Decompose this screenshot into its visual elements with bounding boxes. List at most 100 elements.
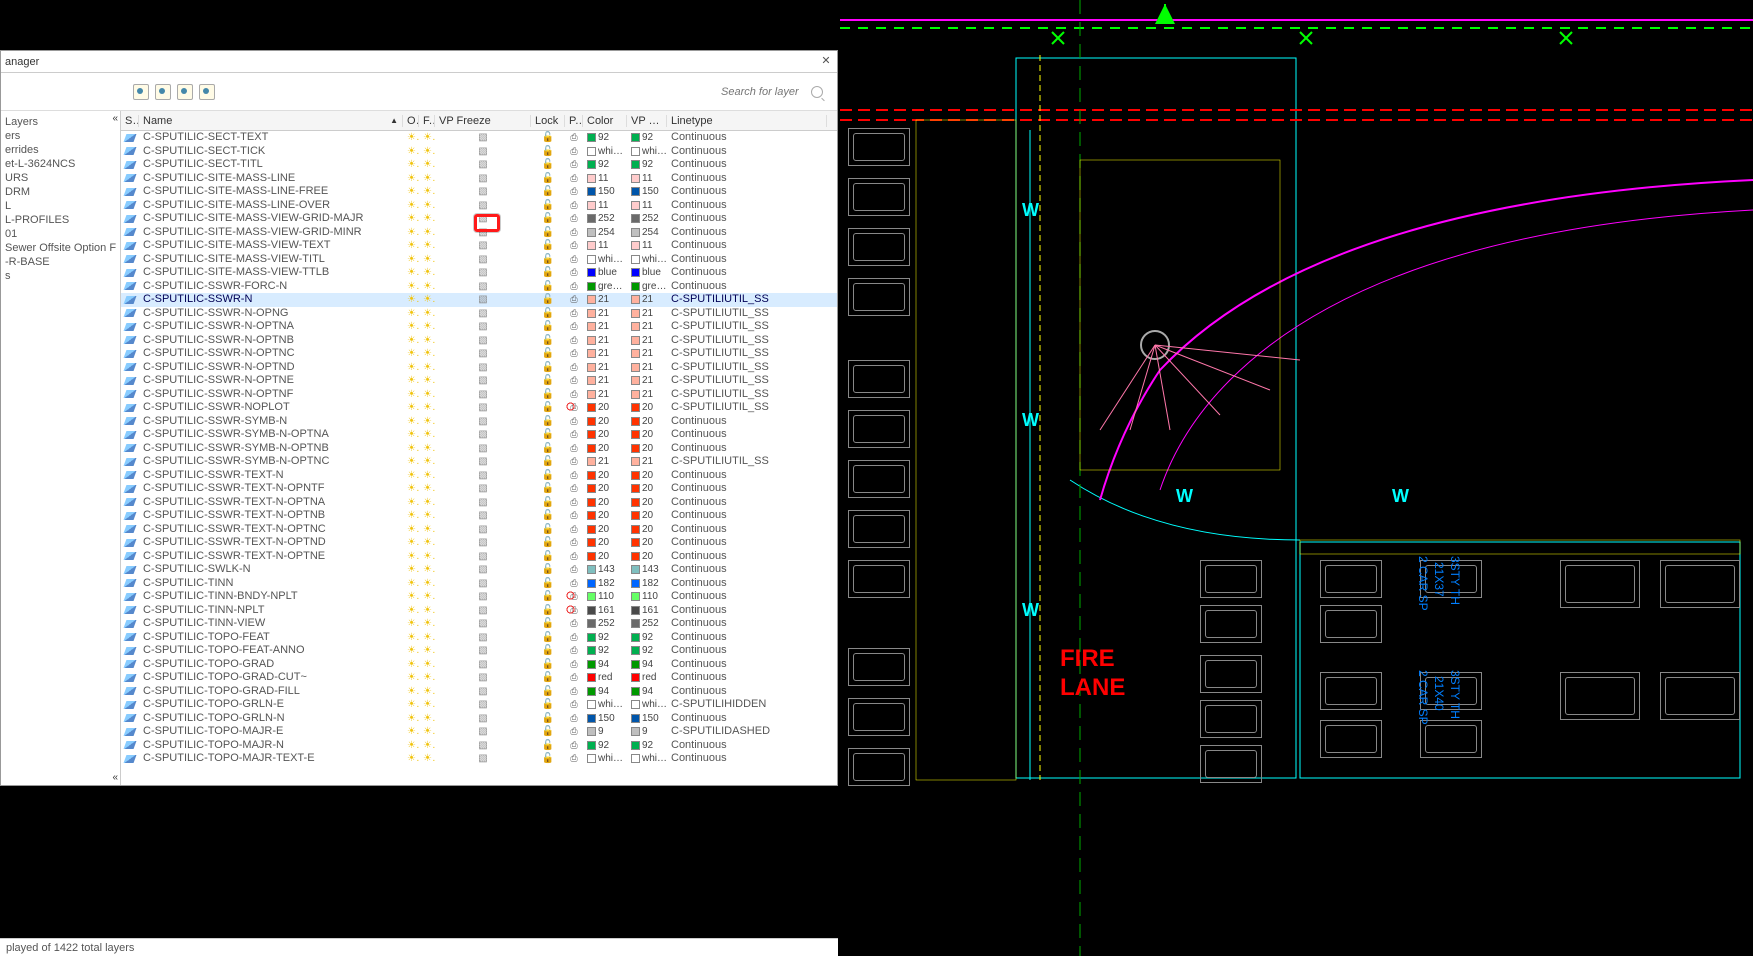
plot-toggle[interactable]: ⎙ <box>565 320 583 334</box>
color-cell[interactable]: whi… <box>583 698 627 712</box>
freeze-toggle[interactable]: ☀ <box>419 523 435 537</box>
layer-row[interactable]: C-SPUTILIC-SSWR-TEXT-N-OPTNC☀☀▧🔓⎙2020Con… <box>121 523 837 537</box>
vpcolor-cell[interactable]: red <box>627 671 667 685</box>
on-toggle[interactable]: ☀ <box>403 644 419 658</box>
vp-freeze-toggle[interactable]: ▧ <box>435 428 531 442</box>
layer-row[interactable]: C-SPUTILIC-SSWR-FORC-N☀☀▧🔓⎙gre…gre…Conti… <box>121 280 837 294</box>
plot-toggle[interactable]: ⎙ <box>565 685 583 699</box>
layer-row[interactable]: C-SPUTILIC-SSWR-N-OPTNC☀☀▧🔓⎙2121C-SPUTIL… <box>121 347 837 361</box>
freeze-toggle[interactable]: ☀ <box>419 428 435 442</box>
vpcolor-cell[interactable]: blue <box>627 266 667 280</box>
vpcolor-cell[interactable]: 20 <box>627 536 667 550</box>
plot-toggle[interactable]: ⎙ <box>565 185 583 199</box>
freeze-toggle[interactable]: ☀ <box>419 401 435 415</box>
color-cell[interactable]: 21 <box>583 320 627 334</box>
plot-toggle[interactable]: ⎙ <box>565 199 583 213</box>
color-cell[interactable]: 92 <box>583 158 627 172</box>
freeze-toggle[interactable]: ☀ <box>419 482 435 496</box>
layer-name[interactable]: C-SPUTILIC-TOPO-FEAT <box>139 631 403 645</box>
vpcolor-cell[interactable]: 254 <box>627 226 667 240</box>
lock-toggle[interactable]: 🔓 <box>531 644 565 658</box>
vp-freeze-toggle[interactable]: ▧ <box>435 280 531 294</box>
layer-name[interactable]: C-SPUTILIC-SECT-TITL <box>139 158 403 172</box>
lock-toggle[interactable]: 🔓 <box>531 496 565 510</box>
layer-row[interactable]: C-SPUTILIC-SSWR-TEXT-N-OPTNA☀☀▧🔓⎙2020Con… <box>121 496 837 510</box>
linetype-cell[interactable]: Continuous <box>667 172 827 186</box>
on-toggle[interactable]: ☀ <box>403 523 419 537</box>
vpcolor-cell[interactable]: whi… <box>627 145 667 159</box>
on-toggle[interactable]: ☀ <box>403 401 419 415</box>
on-toggle[interactable]: ☀ <box>403 725 419 739</box>
freeze-toggle[interactable]: ☀ <box>419 536 435 550</box>
vp-freeze-toggle[interactable]: ▧ <box>435 361 531 375</box>
on-toggle[interactable]: ☀ <box>403 374 419 388</box>
freeze-toggle[interactable]: ☀ <box>419 658 435 672</box>
color-cell[interactable]: 92 <box>583 131 627 145</box>
plot-toggle[interactable]: ⎙ <box>565 617 583 631</box>
linetype-cell[interactable]: Continuous <box>667 617 827 631</box>
plot-toggle[interactable]: ⎙ <box>565 428 583 442</box>
layer-name[interactable]: C-SPUTILIC-SITE-MASS-LINE <box>139 172 403 186</box>
plot-toggle[interactable]: ⎙ <box>565 698 583 712</box>
on-toggle[interactable]: ☀ <box>403 671 419 685</box>
freeze-toggle[interactable]: ☀ <box>419 266 435 280</box>
plot-toggle[interactable]: ⎙ <box>565 550 583 564</box>
linetype-cell[interactable]: C-SPUTILIUTIL_SS <box>667 388 827 402</box>
filter-tree-item[interactable]: -R-BASE <box>5 255 118 269</box>
linetype-cell[interactable]: Continuous <box>667 212 827 226</box>
freeze-toggle[interactable]: ☀ <box>419 388 435 402</box>
layer-name[interactable]: C-SPUTILIC-SSWR-N-OPTNA <box>139 320 403 334</box>
color-cell[interactable]: 143 <box>583 563 627 577</box>
vpcolor-cell[interactable]: 9 <box>627 725 667 739</box>
linetype-cell[interactable]: Continuous <box>667 523 827 537</box>
vpcolor-cell[interactable]: 21 <box>627 320 667 334</box>
layer-row[interactable]: C-SPUTILIC-SSWR-TEXT-N☀☀▧🔓⎙2020Continuou… <box>121 469 837 483</box>
linetype-cell[interactable]: Continuous <box>667 482 827 496</box>
freeze-toggle[interactable]: ☀ <box>419 442 435 456</box>
layer-name[interactable]: C-SPUTILIC-TOPO-MAJR-E <box>139 725 403 739</box>
layer-name[interactable]: C-SPUTILIC-TOPO-MAJR-N <box>139 739 403 753</box>
lock-toggle[interactable]: 🔓 <box>531 631 565 645</box>
vpcolor-cell[interactable]: whi… <box>627 698 667 712</box>
vpcolor-cell[interactable]: 20 <box>627 496 667 510</box>
plot-toggle[interactable]: ⎙ <box>565 401 583 415</box>
vpcolor-cell[interactable]: 11 <box>627 199 667 213</box>
plot-toggle[interactable]: ⎙ <box>565 644 583 658</box>
vpcolor-cell[interactable]: 20 <box>627 482 667 496</box>
layer-name[interactable]: C-SPUTILIC-SECT-TICK <box>139 145 403 159</box>
color-cell[interactable]: 150 <box>583 712 627 726</box>
plot-toggle[interactable]: ⎙ <box>565 280 583 294</box>
on-toggle[interactable]: ☀ <box>403 482 419 496</box>
plot-toggle[interactable]: ⎙ <box>565 536 583 550</box>
vp-freeze-toggle[interactable]: ▧ <box>435 563 531 577</box>
layer-name[interactable]: C-SPUTILIC-TOPO-MAJR-TEXT-E <box>139 752 403 766</box>
lock-toggle[interactable]: 🔓 <box>531 253 565 267</box>
layer-row[interactable]: C-SPUTILIC-SSWR-SYMB-N-OPTNB☀☀▧🔓⎙2020Con… <box>121 442 837 456</box>
vpcolor-cell[interactable]: 21 <box>627 334 667 348</box>
vpcolor-cell[interactable]: 21 <box>627 293 667 307</box>
panel-titlebar[interactable]: anager ✕ <box>1 51 837 73</box>
freeze-toggle[interactable]: ☀ <box>419 644 435 658</box>
linetype-cell[interactable]: Continuous <box>667 644 827 658</box>
color-cell[interactable]: 11 <box>583 172 627 186</box>
color-cell[interactable]: blue <box>583 266 627 280</box>
on-toggle[interactable]: ☀ <box>403 550 419 564</box>
lock-toggle[interactable]: 🔓 <box>531 131 565 145</box>
plot-toggle[interactable]: ⎙ <box>565 361 583 375</box>
on-toggle[interactable]: ☀ <box>403 334 419 348</box>
vpcolor-cell[interactable]: 94 <box>627 658 667 672</box>
layer-isolate-icon[interactable] <box>177 84 193 100</box>
plot-toggle[interactable]: ⎙ <box>565 604 583 618</box>
plot-toggle[interactable]: ⎙ <box>565 482 583 496</box>
vpcolor-cell[interactable]: 92 <box>627 644 667 658</box>
freeze-toggle[interactable]: ☀ <box>419 496 435 510</box>
lock-toggle[interactable]: 🔓 <box>531 226 565 240</box>
vp-freeze-toggle[interactable]: ▧ <box>435 185 531 199</box>
lock-toggle[interactable]: 🔓 <box>531 658 565 672</box>
linetype-cell[interactable]: Continuous <box>667 239 827 253</box>
plot-toggle[interactable]: ⎙ <box>565 739 583 753</box>
col-name[interactable]: Name▲ <box>139 115 403 127</box>
on-toggle[interactable]: ☀ <box>403 563 419 577</box>
plot-toggle[interactable]: ⎙ <box>565 671 583 685</box>
layer-row[interactable]: C-SPUTILIC-SITE-MASS-VIEW-GRID-MINR☀☀▧🔓⎙… <box>121 226 837 240</box>
